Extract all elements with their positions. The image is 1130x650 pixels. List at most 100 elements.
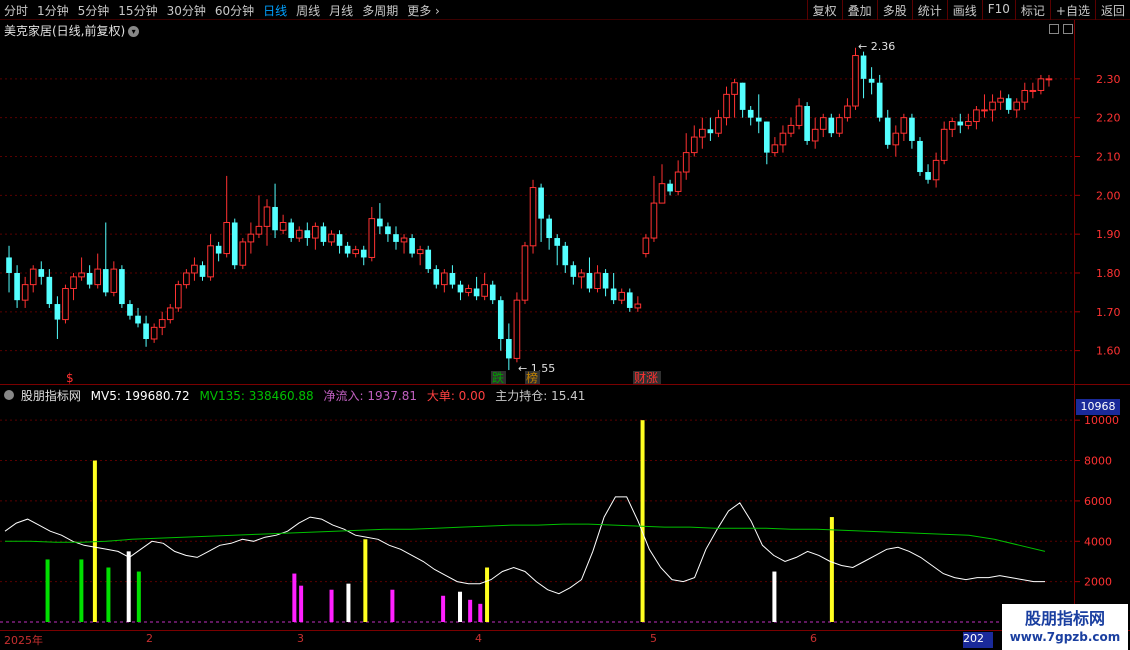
indicator-bar-3 xyxy=(106,567,111,622)
candle-body-23 xyxy=(191,264,198,274)
date-label-5: 6 xyxy=(810,632,817,645)
cursor-date-box: 202 xyxy=(963,632,993,648)
candle-body-96 xyxy=(779,132,787,146)
candle-body-35 xyxy=(288,222,295,239)
date-label-4: 5 xyxy=(650,632,657,645)
candle-body-19 xyxy=(158,319,166,328)
candle-body-33 xyxy=(272,206,278,231)
candle-body-24 xyxy=(199,265,206,277)
candle-body-106 xyxy=(860,55,867,79)
price-tick-label-7: 1.60 xyxy=(1096,345,1121,358)
indicator-bar-6 xyxy=(292,573,297,622)
indicator-axis: 10000 8000 6000 4000 2000 xyxy=(1074,414,1119,589)
candle-body-109 xyxy=(884,117,891,145)
candle-body-41 xyxy=(336,234,343,246)
big-order-value: 大单: 0.00 xyxy=(426,389,486,403)
indicator-bar-8 xyxy=(329,589,334,622)
candle-body-49 xyxy=(400,237,408,243)
candle-body-26 xyxy=(215,245,222,254)
candle-body-86 xyxy=(699,128,706,138)
price-axis: 2.30 2.20 2.10 2.00 1.90 1.80 1.70 1.60 xyxy=(1074,73,1121,358)
candle-body-61 xyxy=(497,300,504,339)
candle-body-51 xyxy=(416,249,424,255)
indicator-bar-18 xyxy=(772,571,777,622)
candle-body-50 xyxy=(409,238,415,254)
candle-body-67 xyxy=(546,218,552,239)
candle-body-68 xyxy=(554,238,561,246)
indicator-bar-5 xyxy=(136,571,141,622)
candle-body-15 xyxy=(127,304,133,316)
indicator-tick-label-0: 10000 xyxy=(1084,414,1119,427)
indicator-header: 股朋指标网 MV5: 199680.72 MV135: 338460.88 净流… xyxy=(4,387,591,404)
candle-body-36 xyxy=(295,229,303,239)
candle-body-92 xyxy=(747,109,754,118)
candle-body-29 xyxy=(239,241,247,266)
candle-body-65 xyxy=(529,187,537,247)
candle-body-89 xyxy=(723,93,730,119)
indicator-tick-label-3: 4000 xyxy=(1084,535,1112,548)
candle-body-129 xyxy=(1045,78,1053,81)
candle-body-103 xyxy=(836,117,843,134)
watermark-url: www.7gpzb.com xyxy=(1009,630,1121,644)
candle-body-63 xyxy=(513,299,521,359)
candle-body-81 xyxy=(658,183,666,204)
candle-body-79 xyxy=(642,237,650,255)
panel-divider xyxy=(0,384,1130,385)
indicator-name[interactable]: 股朋指标网 xyxy=(21,389,81,403)
candle-body-116 xyxy=(940,128,948,161)
candle-body-59 xyxy=(481,284,488,297)
candle-body-13 xyxy=(110,268,118,293)
candle-body-120 xyxy=(973,109,980,123)
candle-body-55 xyxy=(449,272,456,285)
candle-body-64 xyxy=(521,245,529,301)
candle-body-48 xyxy=(393,234,399,242)
candle-body-66 xyxy=(538,187,544,219)
indicator-bar-7 xyxy=(299,585,304,622)
candle-body-82 xyxy=(667,183,673,192)
indicator-bar-12 xyxy=(441,595,446,622)
candle-body-108 xyxy=(876,82,883,118)
mv5-value: MV5: 199680.72 xyxy=(90,389,190,403)
candle-body-76 xyxy=(618,291,626,301)
indicator-tick-label-1: 8000 xyxy=(1084,455,1112,468)
candle-body-122 xyxy=(989,101,996,111)
candle-body-112 xyxy=(909,117,915,141)
candle-body-44 xyxy=(360,249,367,258)
candle-body-75 xyxy=(610,288,617,301)
chart-canvas[interactable]: 2.302.202.102.001.901.801.701.60 ← 2.36←… xyxy=(0,0,1130,650)
candle-body-14 xyxy=(119,269,125,305)
candle-body-10 xyxy=(86,272,93,285)
candle-body-28 xyxy=(231,222,238,266)
candle-body-54 xyxy=(441,272,448,286)
price-tick-label-1: 2.20 xyxy=(1096,112,1121,125)
candle-body-5 xyxy=(46,276,53,305)
candle-body-95 xyxy=(771,144,779,154)
indicator-bar-19 xyxy=(829,517,834,622)
indicator-tick-label-2: 6000 xyxy=(1084,495,1112,508)
candle-body-121 xyxy=(981,109,988,112)
indicator-bar-9 xyxy=(346,583,351,622)
candle-body-47 xyxy=(385,226,391,235)
candle-body-1 xyxy=(14,272,20,301)
candle-body-20 xyxy=(166,307,174,321)
candle-body-99 xyxy=(804,106,810,141)
indicator-lines xyxy=(4,496,1046,595)
candle-body-93 xyxy=(755,117,762,122)
candle-body-43 xyxy=(352,249,359,255)
candle-body-85 xyxy=(690,136,698,154)
price-tick-label-6: 1.70 xyxy=(1096,306,1121,319)
candle-body-30 xyxy=(247,233,255,243)
date-label-2: 3 xyxy=(297,632,304,645)
candle-body-78 xyxy=(634,303,642,309)
mv135-value: MV135: 338460.88 xyxy=(199,389,314,403)
candle-body-74 xyxy=(602,272,609,289)
candle-body-124 xyxy=(1005,98,1012,110)
candle-body-46 xyxy=(377,218,383,227)
candle-body-97 xyxy=(787,124,795,134)
indicator-dropdown-icon[interactable] xyxy=(4,390,14,400)
candle-body-18 xyxy=(150,326,158,340)
candle-body-2 xyxy=(21,284,29,301)
candle-body-102 xyxy=(828,117,835,134)
candle-body-4 xyxy=(38,269,45,277)
candle-body-127 xyxy=(1029,89,1037,92)
